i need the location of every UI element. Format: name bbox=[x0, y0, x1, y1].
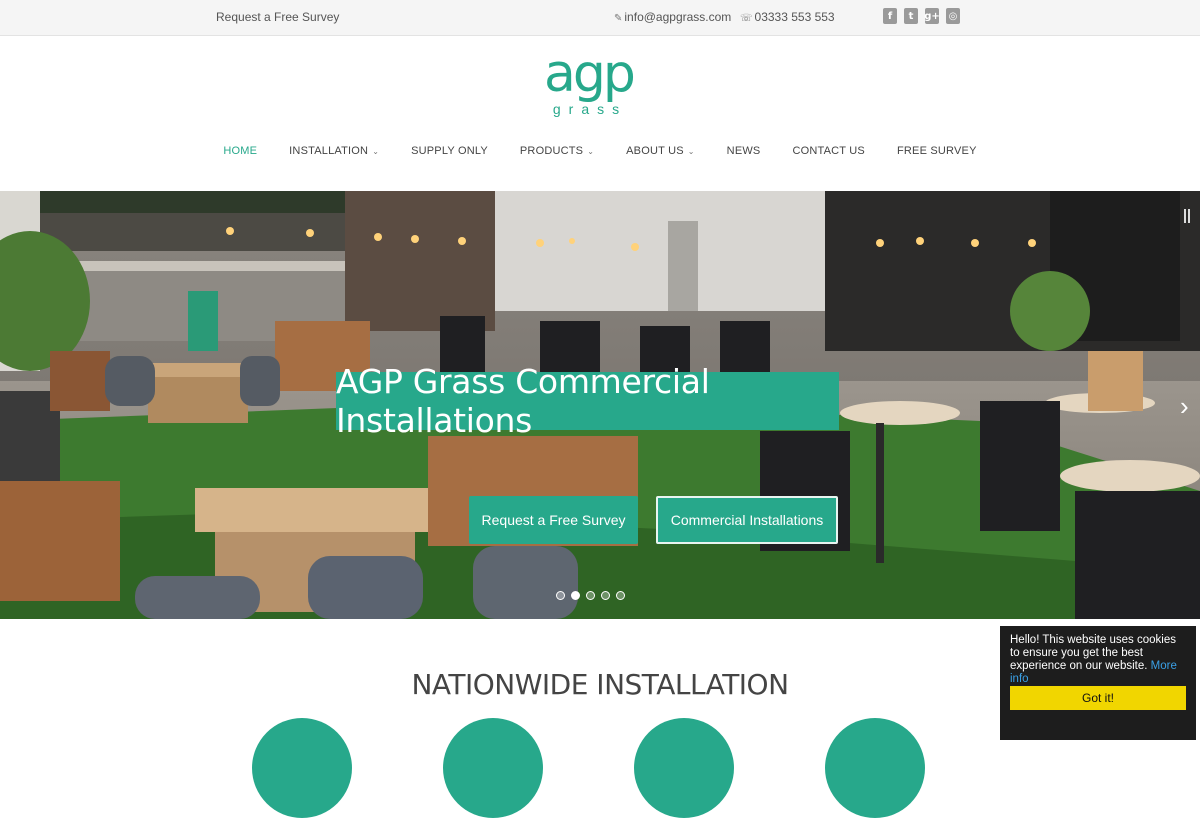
feature-circle[interactable] bbox=[443, 718, 543, 818]
nav-label: FREE SURVEY bbox=[896, 145, 977, 157]
hero-title: AGP Grass Commercial Installations bbox=[336, 362, 839, 440]
nav-about-us[interactable]: ABOUT US ⌄ bbox=[610, 145, 711, 157]
nav-products[interactable]: PRODUCTS ⌄ bbox=[504, 145, 610, 157]
nav-label: HOME bbox=[223, 145, 258, 157]
nav-contact-us[interactable]: CONTACT US bbox=[776, 145, 881, 157]
feature-circle[interactable] bbox=[634, 718, 734, 818]
facebook-icon[interactable]: f bbox=[883, 8, 897, 24]
request-survey-button[interactable]: Request a Free Survey bbox=[469, 496, 638, 544]
cookie-accept-button[interactable]: Got it! bbox=[1010, 686, 1186, 710]
nav-label: SUPPLY ONLY bbox=[411, 145, 488, 157]
slider-dots bbox=[556, 591, 625, 600]
request-survey-link[interactable]: Request a Free Survey bbox=[216, 10, 339, 24]
feature-circle[interactable] bbox=[252, 718, 352, 818]
nav-supply-only[interactable]: SUPPLY ONLY bbox=[395, 145, 504, 157]
site-header: agp grass HOME INSTALLATION ⌄ SUPPLY ONLY… bbox=[0, 36, 1200, 191]
social-links: f t g+ ◎ bbox=[883, 8, 960, 24]
feature-circle[interactable] bbox=[825, 718, 925, 818]
logo-subtitle: grass bbox=[552, 101, 628, 117]
slider-dot-1[interactable] bbox=[556, 591, 565, 600]
phone-text: 03333 553 553 bbox=[754, 10, 835, 24]
chevron-right-icon[interactable]: › bbox=[1180, 391, 1189, 422]
commercial-installations-button[interactable]: Commercial Installations bbox=[656, 496, 838, 544]
cookie-message: Hello! This website uses cookies to ensu… bbox=[1010, 634, 1186, 686]
twitter-icon[interactable]: t bbox=[904, 8, 918, 24]
nav-label: NEWS bbox=[726, 145, 761, 157]
slider-dot-4[interactable] bbox=[601, 591, 610, 600]
nav-installation[interactable]: INSTALLATION ⌄ bbox=[273, 145, 395, 157]
google-plus-icon[interactable]: g+ bbox=[924, 8, 940, 24]
hero-slider: AGP Grass Commercial Installations Reque… bbox=[0, 191, 1200, 619]
chevron-down-icon: ⌄ bbox=[372, 146, 380, 156]
slider-handle[interactable] bbox=[1184, 209, 1190, 223]
slider-dot-3[interactable] bbox=[586, 591, 595, 600]
nav-label: CONTACT US bbox=[792, 145, 865, 157]
top-bar: Request a Free Survey ✎ info@agpgrass.com… bbox=[0, 0, 1200, 36]
nav-label: ABOUT US bbox=[626, 145, 684, 157]
email-contact[interactable]: ✎ info@agpgrass.com bbox=[614, 10, 731, 24]
chevron-down-icon: ⌄ bbox=[687, 146, 695, 156]
slider-dot-2[interactable] bbox=[571, 591, 580, 600]
pencil-icon: ✎ bbox=[614, 13, 623, 24]
phone-icon: ☏ bbox=[740, 13, 753, 24]
main-nav: HOME INSTALLATION ⌄ SUPPLY ONLY PRODUCTS ⌄… bbox=[0, 145, 1200, 157]
site-logo[interactable]: agp grass bbox=[544, 44, 636, 122]
instagram-icon[interactable]: ◎ bbox=[946, 8, 960, 24]
phone-contact[interactable]: ☏ 03333 553 553 bbox=[740, 10, 835, 24]
slider-dot-5[interactable] bbox=[616, 591, 625, 600]
logo-mark: agp bbox=[544, 44, 636, 104]
nav-home[interactable]: HOME bbox=[207, 145, 273, 157]
nav-news[interactable]: NEWS bbox=[711, 145, 777, 157]
cookie-banner: Hello! This website uses cookies to ensu… bbox=[1000, 626, 1196, 740]
nav-free-survey[interactable]: FREE SURVEY bbox=[881, 145, 993, 157]
nav-label: INSTALLATION bbox=[289, 145, 369, 157]
email-text: info@agpgrass.com bbox=[624, 10, 732, 24]
chevron-down-icon: ⌄ bbox=[587, 146, 595, 156]
nav-label: PRODUCTS bbox=[519, 145, 584, 157]
